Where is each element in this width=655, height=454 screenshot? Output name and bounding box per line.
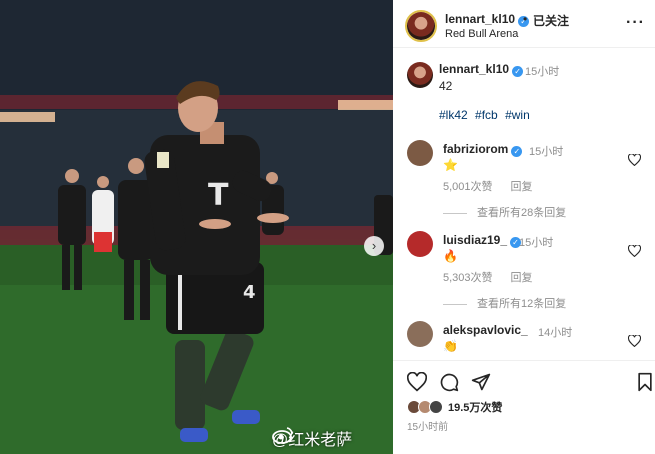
action-bar — [393, 370, 655, 394]
author-avatar[interactable] — [405, 10, 437, 42]
weibo-icon — [272, 427, 293, 444]
view-replies-link[interactable]: 查看所有28条回复 — [443, 204, 566, 220]
commenter-avatar[interactable] — [407, 140, 433, 166]
divider — [393, 360, 655, 361]
commenter-username[interactable]: alekspavlovic_ — [443, 323, 528, 337]
hashtag-list: #lk42 #fcb #win — [439, 108, 534, 122]
view-replies-link[interactable]: 查看所有12条回复 — [443, 295, 566, 311]
commenter-username[interactable]: fabriziorom ✓ — [443, 142, 523, 157]
svg-text:T: T — [208, 178, 229, 213]
verified-icon: ✓ — [511, 146, 523, 157]
comment-meta: 5,303次赞 回复 — [443, 269, 533, 285]
like-heart-icon[interactable] — [407, 372, 427, 392]
comment-likes[interactable]: 5,001次赞 — [443, 181, 493, 193]
comment-time: 14小时 — [538, 327, 573, 339]
photo-illustration: T 4 — [0, 0, 393, 454]
heart-icon[interactable] — [628, 335, 641, 347]
comment-icon[interactable] — [439, 372, 459, 392]
comment-text: 👏 — [443, 339, 458, 353]
commenter-avatar[interactable] — [407, 231, 433, 257]
verified-icon: ✓ — [512, 66, 524, 77]
more-icon[interactable]: ··· — [626, 14, 645, 32]
comment-text: 🔥 — [443, 249, 458, 263]
hashtag-link[interactable]: #fcb — [475, 108, 498, 122]
comment-likes[interactable]: 5,303次赞 — [443, 272, 493, 284]
post-header: lennart_kl10 ✓ • 已关注 Red Bull Arena ··· — [393, 0, 655, 48]
commenter-avatar[interactable] — [407, 321, 433, 347]
post-location[interactable]: Red Bull Arena — [445, 28, 518, 40]
comment-time: 15小时 — [519, 237, 554, 249]
caption-avatar[interactable] — [407, 62, 433, 88]
likes-count[interactable]: 19.5万次赞 — [448, 399, 502, 415]
svg-text:4: 4 — [243, 282, 256, 303]
commenter-username[interactable]: luisdiaz19_ ✓ — [443, 233, 522, 248]
heart-icon[interactable] — [628, 154, 641, 166]
weibo-watermark: @红米老萨 — [272, 426, 352, 450]
chevron-right-icon[interactable]: › — [364, 236, 384, 256]
reply-button[interactable]: 回复 — [511, 272, 533, 284]
caption-time: 15小时 — [525, 66, 560, 78]
separator-dot: • — [523, 12, 528, 26]
following-button[interactable]: 已关注 — [533, 12, 569, 29]
post-sidebar: lennart_kl10 ✓ • 已关注 Red Bull Arena ··· l… — [393, 0, 655, 454]
reply-button[interactable]: 回复 — [511, 181, 533, 193]
likes-summary[interactable]: 19.5万次赞 — [407, 398, 502, 416]
hashtag-link[interactable]: #lk42 — [439, 108, 468, 122]
hashtag-link[interactable]: #win — [505, 108, 530, 122]
comment-time: 15小时 — [529, 146, 564, 158]
post-timestamp: 15小时前 — [407, 422, 449, 433]
liker-avatar — [429, 400, 443, 414]
caption-username[interactable]: lennart_kl10 ✓ — [439, 62, 524, 77]
share-icon[interactable] — [471, 372, 491, 392]
heart-icon[interactable] — [628, 245, 641, 257]
post-photo[interactable]: T 4 › @红米老萨 — [0, 0, 393, 454]
comment-meta: 5,001次赞 回复 — [443, 178, 533, 194]
author-username[interactable]: lennart_kl10 ✓ — [445, 12, 530, 27]
caption-text: 42 — [439, 79, 453, 93]
comment-text: ⭐ — [443, 158, 458, 172]
bookmark-icon[interactable] — [635, 372, 655, 392]
